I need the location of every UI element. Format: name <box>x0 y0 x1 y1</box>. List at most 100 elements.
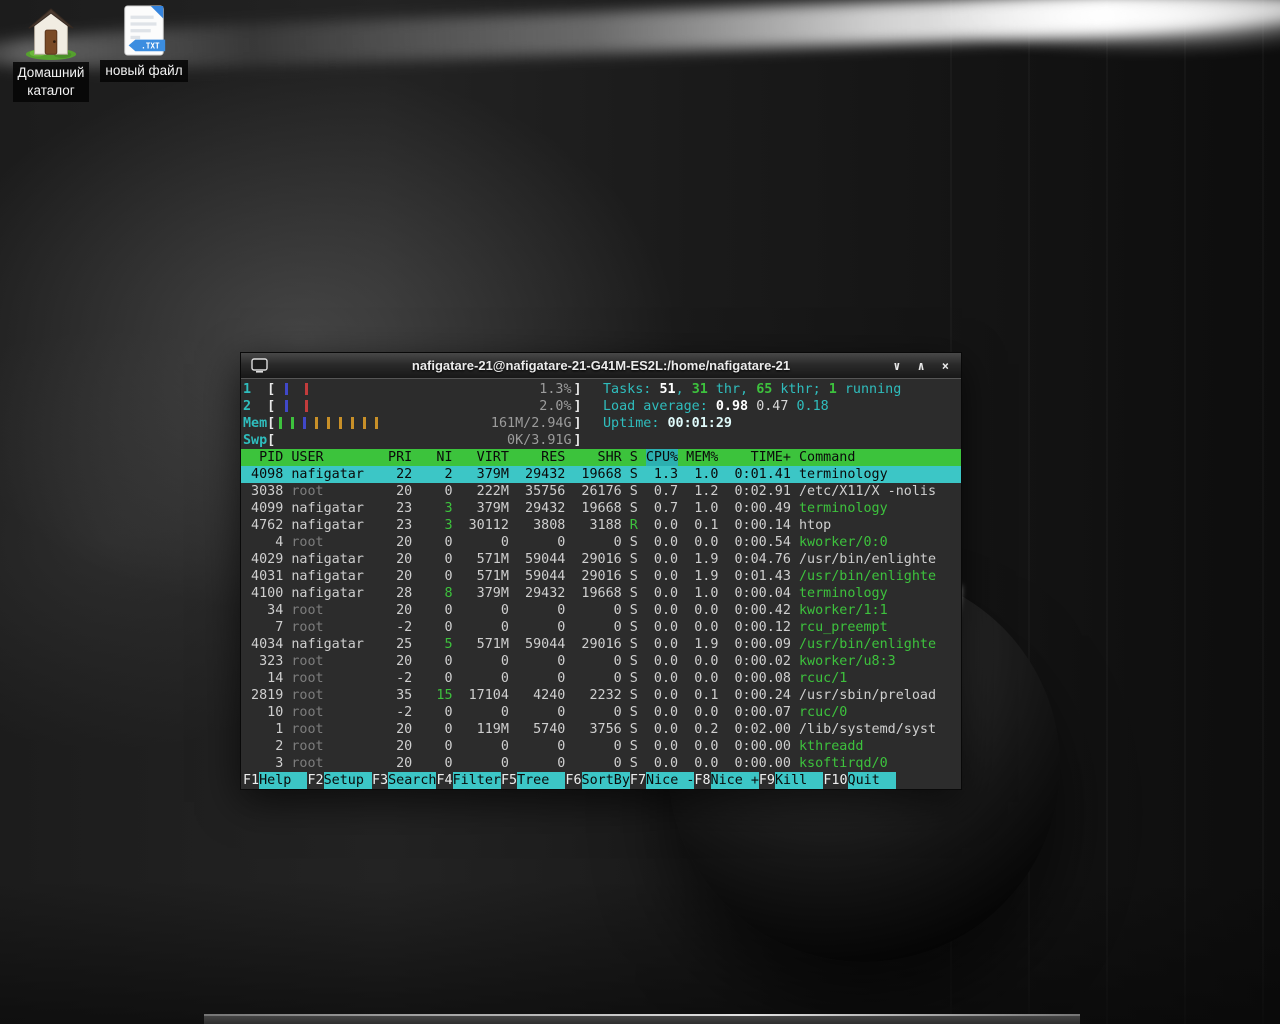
titlebar[interactable]: nafigatare-21@nafigatare-21-G41M-ES2L:/h… <box>241 353 961 379</box>
cell-command: rcu_preempt <box>799 619 961 636</box>
process-row[interactable]: 3038 root 20 0 222M 35756 26176 S 0.7 1.… <box>241 483 961 500</box>
column-header-user[interactable]: USER <box>291 449 372 466</box>
cpu1-bar-track: 1.3% <box>275 381 573 398</box>
column-header-pri[interactable]: PRI <box>380 449 412 466</box>
home-folder-icon <box>22 4 80 60</box>
cell-user: root <box>291 738 372 755</box>
htop-terminal: 1[1.3%] 2[2.0%] Mem[161M/2.94G] Swp[0K/3… <box>241 379 961 789</box>
bracket: ] <box>574 382 582 397</box>
fkey-filter[interactable]: F4Filter <box>436 772 500 789</box>
process-row[interactable]: 323 root 20 0 0 0 0 S 0.0 0.0 0:00.02 kw… <box>241 653 961 670</box>
process-table-header: PID USER PRI NI VIRT RES SHR S CPU% MEM% TIME+ Comm… <box>241 449 961 466</box>
header-text-segment: running <box>837 382 902 397</box>
swap-bar-track: 0K/3.91G <box>275 432 573 449</box>
column-header-command[interactable]: Command <box>799 449 961 466</box>
cpu2-meter: 2[2.0%] <box>243 398 589 415</box>
fkey-help[interactable]: F1Help <box>243 772 307 789</box>
column-header-res[interactable]: RES <box>517 449 565 466</box>
cell-cpu: 1.3 <box>646 466 678 483</box>
process-row[interactable]: 14 root -2 0 0 0 0 S 0.0 0.0 0:00.08 rcu… <box>241 670 961 687</box>
bracket: [ <box>267 382 275 397</box>
cell-res: 5740 <box>517 721 565 738</box>
bottom-shelf[interactable] <box>204 1014 1080 1024</box>
process-row[interactable]: 4100 nafigatar 28 8 379M 29432 19668 S 0… <box>241 585 961 602</box>
header-text-segment: kthr; <box>772 382 828 397</box>
fkey-quit[interactable]: F10Quit <box>823 772 896 789</box>
process-row[interactable]: 4 root 20 0 0 0 0 S 0.0 0.0 0:00.54 kwor… <box>241 534 961 551</box>
column-header-ni[interactable]: NI <box>420 449 452 466</box>
cell-virt: 0 <box>461 738 509 755</box>
cell-time: 0:00.12 <box>726 619 790 636</box>
cell-virt: 379M <box>461 585 509 602</box>
fkey-tree[interactable]: F5Tree <box>501 772 565 789</box>
fkey-kill[interactable]: F9Kill <box>759 772 823 789</box>
cell-user: nafigatar <box>291 585 372 602</box>
fkey-search[interactable]: F3Search <box>372 772 436 789</box>
cell-time: 0:02.91 <box>726 483 790 500</box>
cell-virt: 571M <box>461 568 509 585</box>
column-header-pid[interactable]: PID <box>243 449 283 466</box>
column-header-virt[interactable]: VIRT <box>461 449 509 466</box>
floor-decoration <box>0 880 1280 1024</box>
close-icon[interactable]: × <box>942 353 949 379</box>
desktop-icon-new-file[interactable]: .TXT новый файл <box>96 4 192 82</box>
header-text-segment: 31 <box>692 382 708 397</box>
cell-pri: 20 <box>380 755 412 772</box>
cell-cpu: 0.0 <box>646 636 678 653</box>
cell-command: /lib/systemd/syst <box>799 721 961 738</box>
process-row[interactable]: 34 root 20 0 0 0 0 S 0.0 0.0 0:00.42 kwo… <box>241 602 961 619</box>
fkey-number: F10 <box>823 772 847 789</box>
cell-user: nafigatar <box>291 517 372 534</box>
process-row[interactable]: 4034 nafigatar 25 5 571M 59044 29016 S 0… <box>241 636 961 653</box>
fkey-nice-[interactable]: F7Nice - <box>630 772 694 789</box>
cell-time: 0:00.08 <box>726 670 790 687</box>
cell-mem: 0.0 <box>686 738 718 755</box>
process-row[interactable]: 1 root 20 0 119M 5740 3756 S 0.0 0.2 0:0… <box>241 721 961 738</box>
cell-command: terminology <box>799 585 961 602</box>
process-row[interactable]: 3 root 20 0 0 0 0 S 0.0 0.0 0:00.00 ksof… <box>241 755 961 772</box>
process-row[interactable]: 2 root 20 0 0 0 0 S 0.0 0.0 0:00.00 kthr… <box>241 738 961 755</box>
fkey-setup[interactable]: F2Setup <box>307 772 371 789</box>
cell-command: /usr/bin/enlighte <box>799 551 961 568</box>
cell-virt: 0 <box>461 704 509 721</box>
process-row[interactable]: 4099 nafigatar 23 3 379M 29432 19668 S 0… <box>241 500 961 517</box>
column-header-cpu[interactable]: CPU% <box>646 449 678 466</box>
process-row[interactable]: 4029 nafigatar 20 0 571M 59044 29016 S 0… <box>241 551 961 568</box>
cell-state: S <box>630 568 638 585</box>
cell-shr: 0 <box>573 602 621 619</box>
cell-shr: 29016 <box>573 636 621 653</box>
shade-icon[interactable]: ∨ <box>893 353 900 379</box>
cell-pid: 34 <box>243 602 283 619</box>
cell-virt: 0 <box>461 619 509 636</box>
process-row[interactable]: 4031 nafigatar 20 0 571M 59044 29016 S 0… <box>241 568 961 585</box>
window-title: nafigatare-21@nafigatare-21-G41M-ES2L:/h… <box>241 358 961 373</box>
process-row[interactable]: 10 root -2 0 0 0 0 S 0.0 0.0 0:00.07 rcu… <box>241 704 961 721</box>
cell-command: rcuc/0 <box>799 704 961 721</box>
cell-res: 0 <box>517 602 565 619</box>
cell-state: S <box>630 687 638 704</box>
bracket: ] <box>574 399 582 414</box>
process-row[interactable]: 4762 nafigatar 23 3 30112 3808 3188 R 0.… <box>241 517 961 534</box>
column-header-time[interactable]: TIME+ <box>726 449 790 466</box>
fkey-sortby[interactable]: F6SortBy <box>565 772 629 789</box>
cell-time: 0:04.76 <box>726 551 790 568</box>
window-buttons: ∨ ∧ × <box>893 353 949 379</box>
cell-state: S <box>630 466 638 483</box>
cell-pri: 35 <box>380 687 412 704</box>
meter-bar <box>315 417 318 429</box>
process-row[interactable]: 2819 root 35 15 17104 4240 2232 S 0.0 0.… <box>241 687 961 704</box>
column-header-mem[interactable]: MEM% <box>686 449 718 466</box>
process-row[interactable]: 7 root -2 0 0 0 0 S 0.0 0.0 0:00.12 rcu_… <box>241 619 961 636</box>
fkey-number: F9 <box>759 772 775 789</box>
cell-virt: 0 <box>461 755 509 772</box>
cell-user: root <box>291 619 372 636</box>
column-header-shr[interactable]: SHR <box>573 449 621 466</box>
fkey-nice-[interactable]: F8Nice + <box>694 772 758 789</box>
maximize-icon[interactable]: ∧ <box>918 353 925 379</box>
cell-time: 0:00.14 <box>726 517 790 534</box>
desktop-icon-home[interactable]: Домашнийкаталог <box>4 4 98 102</box>
process-row[interactable]: 4098 nafigatar 22 2 379M 29432 19668 S 1… <box>241 466 961 483</box>
cell-pid: 4034 <box>243 636 283 653</box>
cell-state: S <box>630 483 638 500</box>
column-header-s[interactable]: S <box>630 449 638 466</box>
